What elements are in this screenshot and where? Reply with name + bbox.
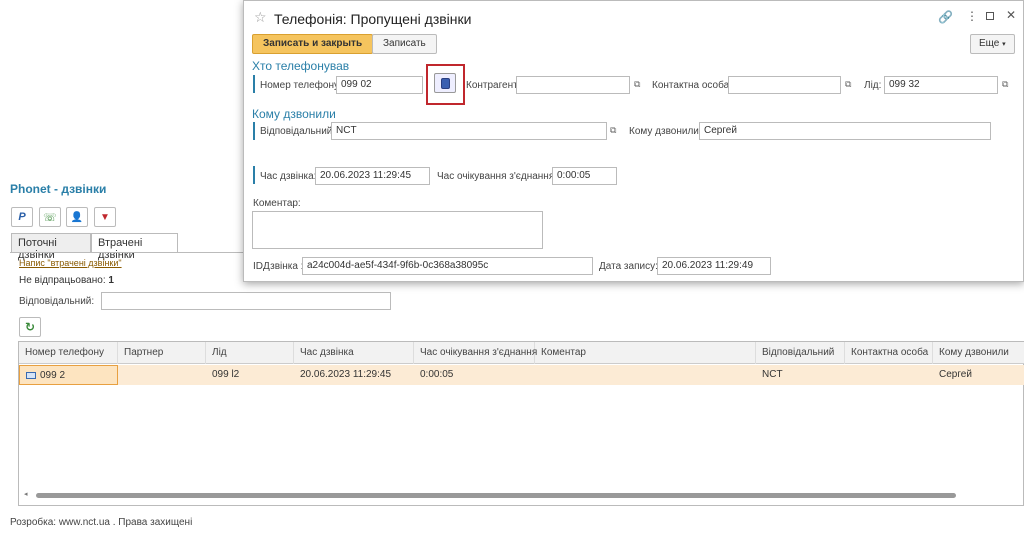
lead-open-icon[interactable]: ⧉ xyxy=(1002,79,1008,90)
col-call-time[interactable]: Час дзвінка xyxy=(294,342,414,364)
col-phone[interactable]: Номер телефону xyxy=(19,342,118,364)
id-input[interactable]: a24c004d-ae5f-434f-9f6b-0c368a38095c xyxy=(302,257,593,275)
more-label: Еще xyxy=(979,38,1000,49)
link-icon[interactable]: 🔗 xyxy=(938,10,953,24)
col-responsible[interactable]: Відповідальний xyxy=(756,342,845,364)
more-button[interactable]: Еще ▾ xyxy=(970,34,1015,54)
contractor-input[interactable] xyxy=(516,76,630,94)
wait-time-label: Час очікування з'єднання: xyxy=(437,171,558,182)
table-header: Номер телефону Партнер Лід Час дзвінка Ч… xyxy=(19,342,1024,364)
cell-lead[interactable]: 099 l2 xyxy=(206,365,294,385)
not-processed-value: 1 xyxy=(108,275,114,286)
lead-label: Лід: xyxy=(864,80,882,91)
user-icon-button[interactable]: 👤 xyxy=(66,207,88,227)
section-whom-called: Кому дзвонили xyxy=(252,107,336,121)
save-button[interactable]: Записать xyxy=(372,34,437,54)
phone-icon: ☏ xyxy=(43,211,57,224)
contractor-label: Контрагент: xyxy=(466,80,521,91)
not-processed: Не відпрацьовано: 1 xyxy=(19,275,114,286)
phone-input[interactable]: 099 02 xyxy=(336,76,423,94)
record-date-label: Дата запису: xyxy=(599,261,658,272)
page-title: Phonet - дзвінки xyxy=(10,182,107,196)
section-bar xyxy=(253,75,255,93)
col-lead[interactable]: Лід xyxy=(206,342,294,364)
whom-input[interactable]: Сергей xyxy=(699,122,991,140)
cell-whom-called[interactable]: Сергей xyxy=(933,365,1024,385)
cell-contact[interactable] xyxy=(845,365,933,385)
calls-table[interactable]: Номер телефону Партнер Лід Час дзвінка Ч… xyxy=(18,341,1024,506)
maximize-icon[interactable] xyxy=(986,12,994,20)
cell-phone-text: 099 2 xyxy=(40,370,66,381)
scroll-left-icon[interactable]: ◂ xyxy=(24,490,28,498)
cell-comment[interactable] xyxy=(535,365,756,385)
wait-time-input[interactable]: 0:00:05 xyxy=(552,167,617,185)
cell-phone[interactable]: 099 2 xyxy=(19,365,118,385)
cell-call-time[interactable]: 20.06.2023 11:29:45 xyxy=(294,365,414,385)
contact-open-icon[interactable]: ⧉ xyxy=(845,79,851,90)
highlight-box xyxy=(426,64,465,105)
cell-responsible[interactable]: NCT xyxy=(756,365,845,385)
filter-icon-button[interactable]: ▼ xyxy=(94,207,116,227)
cell-partner[interactable] xyxy=(118,365,206,385)
record-icon xyxy=(26,371,36,379)
responsible-filter-input[interactable] xyxy=(101,292,391,310)
section-bar-3 xyxy=(253,166,255,184)
missed-calls-link[interactable]: Напис "втрачені дзвінки" xyxy=(19,258,122,268)
user-icon: 👤 xyxy=(70,211,84,223)
refresh-icon: ↻ xyxy=(24,320,36,334)
p-icon-button[interactable]: P xyxy=(11,207,33,227)
filter-icon: ▼ xyxy=(100,211,110,223)
table-row[interactable]: 099 2 099 l2 20.06.2023 11:29:45 0:00:05… xyxy=(19,365,1024,385)
chevron-down-icon: ▾ xyxy=(1002,41,1006,48)
contact-input[interactable] xyxy=(728,76,841,94)
responsible-label: Відповідальний: xyxy=(19,296,95,307)
call-time-input[interactable]: 20.06.2023 11:29:45 xyxy=(315,167,430,185)
horizontal-scrollbar[interactable] xyxy=(36,493,956,498)
call-time-label: Час дзвінка: xyxy=(260,171,317,182)
footer-text: Розробка: www.nct.ua . Права захищені xyxy=(10,517,193,528)
dialog-responsible-label: Відповідальний: xyxy=(260,126,336,137)
contact-label: Контактна особа: xyxy=(652,80,732,91)
col-whom-called[interactable]: Кому дзвонили xyxy=(933,342,1024,364)
dialog-responsible-input[interactable]: NCT xyxy=(331,122,607,140)
tab-current-calls[interactable]: Поточні дзвінки xyxy=(11,233,91,261)
missed-call-dialog: ☆ Телефонія: Пропущені дзвінки 🔗 ⋮ ✕ Зап… xyxy=(243,0,1024,282)
close-icon[interactable]: ✕ xyxy=(1006,8,1016,22)
section-who-called: Хто телефонував xyxy=(252,59,350,73)
p-icon: P xyxy=(18,211,26,223)
refresh-button[interactable]: ↻ xyxy=(19,317,41,337)
id-label: IDДзвінка : xyxy=(253,261,304,272)
save-and-close-button[interactable]: Записать и закрыть xyxy=(252,34,374,54)
star-icon[interactable]: ☆ xyxy=(254,9,267,26)
tab-missed-calls[interactable]: Втрачені дзвінки xyxy=(91,233,178,261)
contractor-open-icon[interactable]: ⧉ xyxy=(634,79,640,90)
comment-label: Коментар: xyxy=(253,198,301,209)
record-date-input[interactable]: 20.06.2023 11:29:49 xyxy=(657,257,771,275)
phone-icon-button[interactable]: ☏ xyxy=(39,207,61,227)
not-processed-label: Не відпрацьовано: xyxy=(19,275,106,286)
more-vertical-icon[interactable]: ⋮ xyxy=(966,9,978,23)
col-partner[interactable]: Партнер xyxy=(118,342,206,364)
dialog-title: Телефонія: Пропущені дзвінки xyxy=(274,11,472,27)
col-wait-time[interactable]: Час очікування з'єднання xyxy=(414,342,537,364)
col-contact[interactable]: Контактна особа xyxy=(845,342,933,364)
col-comment[interactable]: Коментар xyxy=(535,342,756,364)
cell-wait-time[interactable]: 0:00:05 xyxy=(414,365,535,385)
whom-label: Кому дзвонили: xyxy=(629,126,702,137)
responsible-open-icon[interactable]: ⧉ xyxy=(610,125,616,136)
section-bar-2 xyxy=(253,122,255,140)
lead-input[interactable]: 099 32 xyxy=(884,76,998,94)
comment-textarea[interactable] xyxy=(252,211,543,249)
phone-label: Номер телефону: xyxy=(260,80,342,91)
